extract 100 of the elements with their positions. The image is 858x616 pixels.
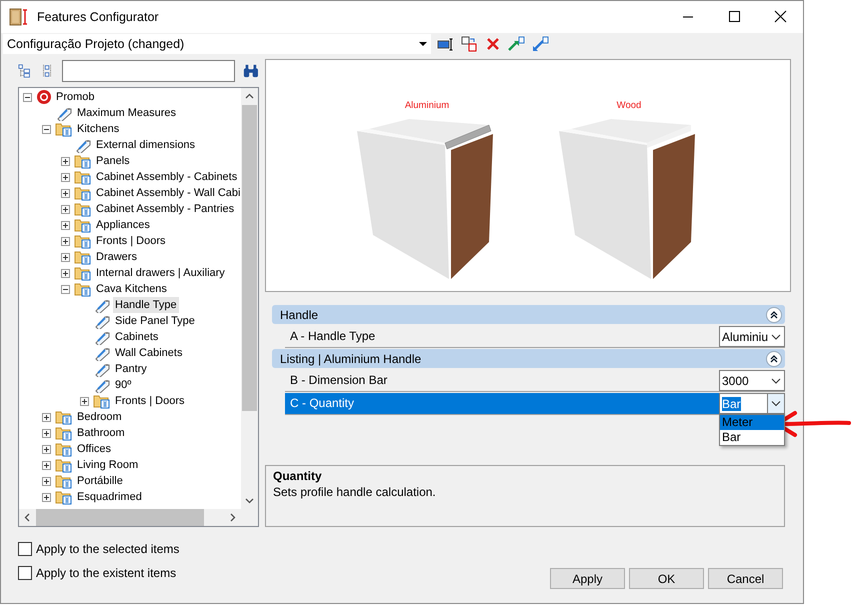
- import-icon[interactable]: [531, 36, 549, 52]
- tree-item[interactable]: Cabinets: [113, 329, 160, 345]
- group-title: Handle: [280, 308, 318, 322]
- collapse-toggle-icon[interactable]: [61, 284, 70, 294]
- scrollbar-thumb[interactable]: [242, 105, 257, 411]
- expand-toggle-icon[interactable]: [42, 444, 51, 454]
- binoculars-icon[interactable]: [243, 63, 259, 79]
- tree-item[interactable]: Handle Type: [113, 297, 179, 313]
- tree-item[interactable]: Offices: [75, 441, 114, 457]
- expand-toggle-icon[interactable]: [61, 268, 70, 278]
- tree-item[interactable]: Maximum Measures: [75, 105, 178, 121]
- tag-icon: [55, 105, 73, 121]
- dialog-button[interactable]: Apply: [550, 568, 625, 589]
- vertical-scrollbar[interactable]: [241, 88, 258, 509]
- tree-item[interactable]: Cabinet Assembly - Cabinets: [94, 169, 240, 185]
- preview-label: Wood: [616, 100, 642, 111]
- property-row[interactable]: B - Dimension Bar: [285, 370, 719, 391]
- tree-item[interactable]: Wall Cabinets: [113, 345, 184, 361]
- value-dropdown[interactable]: Aluminiu: [719, 326, 785, 347]
- folder-icon: [74, 233, 92, 249]
- dialog-button[interactable]: Cancel: [708, 568, 783, 589]
- tree-item[interactable]: Portábille: [75, 473, 125, 489]
- property-row[interactable]: A - Handle Type: [285, 326, 719, 347]
- expand-toggle-icon[interactable]: [61, 204, 70, 214]
- checkbox-label: Apply to the existent items: [36, 566, 176, 580]
- tree-item[interactable]: Living Room: [75, 457, 140, 473]
- rename-icon[interactable]: [437, 36, 455, 52]
- tree-item[interactable]: External dimensions: [94, 137, 198, 153]
- folder-icon: [55, 457, 73, 473]
- expand-toggle-icon[interactable]: [80, 396, 89, 406]
- expand-toggle-icon[interactable]: [42, 460, 51, 470]
- tree-item[interactable]: Pantry: [113, 361, 149, 377]
- tree-item[interactable]: Esquadrimed: [75, 489, 144, 505]
- description-text: Sets profile handle calculation.: [273, 485, 437, 499]
- collapse-toggle-icon[interactable]: [23, 92, 32, 102]
- collapse-icon[interactable]: [766, 350, 782, 366]
- tree-item[interactable]: Bathroom: [75, 425, 127, 441]
- folder-icon: [55, 425, 73, 441]
- dropdown-option[interactable]: Bar: [720, 430, 784, 445]
- tree-item[interactable]: Fronts | Doors: [113, 393, 186, 409]
- folder-icon: [74, 185, 92, 201]
- configuration-dropdown[interactable]: Configuração Projeto (changed): [3, 34, 431, 54]
- tree-item[interactable]: Promob: [54, 89, 97, 105]
- folder-icon: [55, 441, 73, 457]
- group-header[interactable]: Handle: [272, 305, 785, 324]
- tree-item[interactable]: Bedroom: [75, 409, 124, 425]
- tree-item[interactable]: Kitchens: [75, 121, 122, 137]
- expand-toggle-icon[interactable]: [42, 412, 51, 422]
- tree-item[interactable]: Drawers: [94, 249, 139, 265]
- folder-icon: [74, 217, 92, 233]
- tree-item[interactable]: Cabinet Assembly - Wall Cabi: [94, 185, 241, 201]
- tree-item[interactable]: Cava Kitchens: [94, 281, 169, 297]
- checkbox[interactable]: [18, 566, 32, 580]
- folder-icon: [74, 281, 92, 297]
- folder-icon: [55, 409, 73, 425]
- dropdown-option[interactable]: Meter: [720, 415, 784, 430]
- collapse-toggle-icon[interactable]: [42, 124, 51, 134]
- folder-icon: [55, 121, 73, 137]
- tree-item[interactable]: Appliances: [94, 217, 152, 233]
- expand-toggle-icon[interactable]: [42, 492, 51, 502]
- expand-toggle-icon[interactable]: [42, 428, 51, 438]
- tag-icon: [93, 345, 111, 361]
- tree-item[interactable]: 90º: [113, 377, 134, 393]
- tag-icon: [93, 361, 111, 377]
- folder-icon: [74, 265, 92, 281]
- group-header[interactable]: Listing | Aluminium Handle: [272, 349, 785, 368]
- tree-item[interactable]: Internal drawers | Auxiliary: [94, 265, 227, 281]
- description-title: Quantity: [273, 469, 323, 483]
- expand-toggle-icon[interactable]: [42, 476, 51, 486]
- caret-icon: [419, 42, 427, 46]
- property-row[interactable]: C - Quantity: [285, 393, 719, 414]
- expand-toggle-icon[interactable]: [61, 252, 70, 262]
- checkbox[interactable]: [18, 542, 32, 556]
- chevron-down-icon[interactable]: [767, 394, 784, 413]
- expand-toggle-icon[interactable]: [61, 156, 70, 166]
- tag-icon: [93, 297, 111, 313]
- tree-item[interactable]: Fronts | Doors: [94, 233, 168, 249]
- value-dropdown[interactable]: 3000: [719, 370, 785, 391]
- delete-icon[interactable]: [485, 36, 501, 52]
- group-title: Listing | Aluminium Handle: [280, 352, 422, 366]
- folder-icon: [93, 393, 111, 409]
- export-icon[interactable]: [507, 36, 525, 52]
- folder-icon: [74, 153, 92, 169]
- tree-item[interactable]: Cabinet Assembly - Pantries: [94, 201, 236, 217]
- expand-toggle-icon[interactable]: [61, 236, 70, 246]
- collapse-icon[interactable]: [766, 306, 782, 322]
- value-dropdown[interactable]: Bar: [719, 393, 785, 414]
- scrollbar-thumb[interactable]: [36, 509, 204, 526]
- expand-toggle-icon[interactable]: [61, 188, 70, 198]
- collapse-tree-icon[interactable]: [18, 63, 32, 79]
- dialog-button[interactable]: OK: [629, 568, 704, 589]
- window-title: Features Configurator: [37, 10, 159, 24]
- tag-icon: [93, 377, 111, 393]
- checkbox-label: Apply to the selected items: [36, 542, 180, 556]
- search-field[interactable]: [62, 60, 236, 82]
- copy-icon[interactable]: [461, 36, 479, 52]
- expand-toggle-icon[interactable]: [61, 220, 70, 230]
- tree-item[interactable]: Side Panel Type: [113, 313, 197, 329]
- tree-item[interactable]: Panels: [94, 153, 132, 169]
- expand-toggle-icon[interactable]: [61, 172, 70, 182]
